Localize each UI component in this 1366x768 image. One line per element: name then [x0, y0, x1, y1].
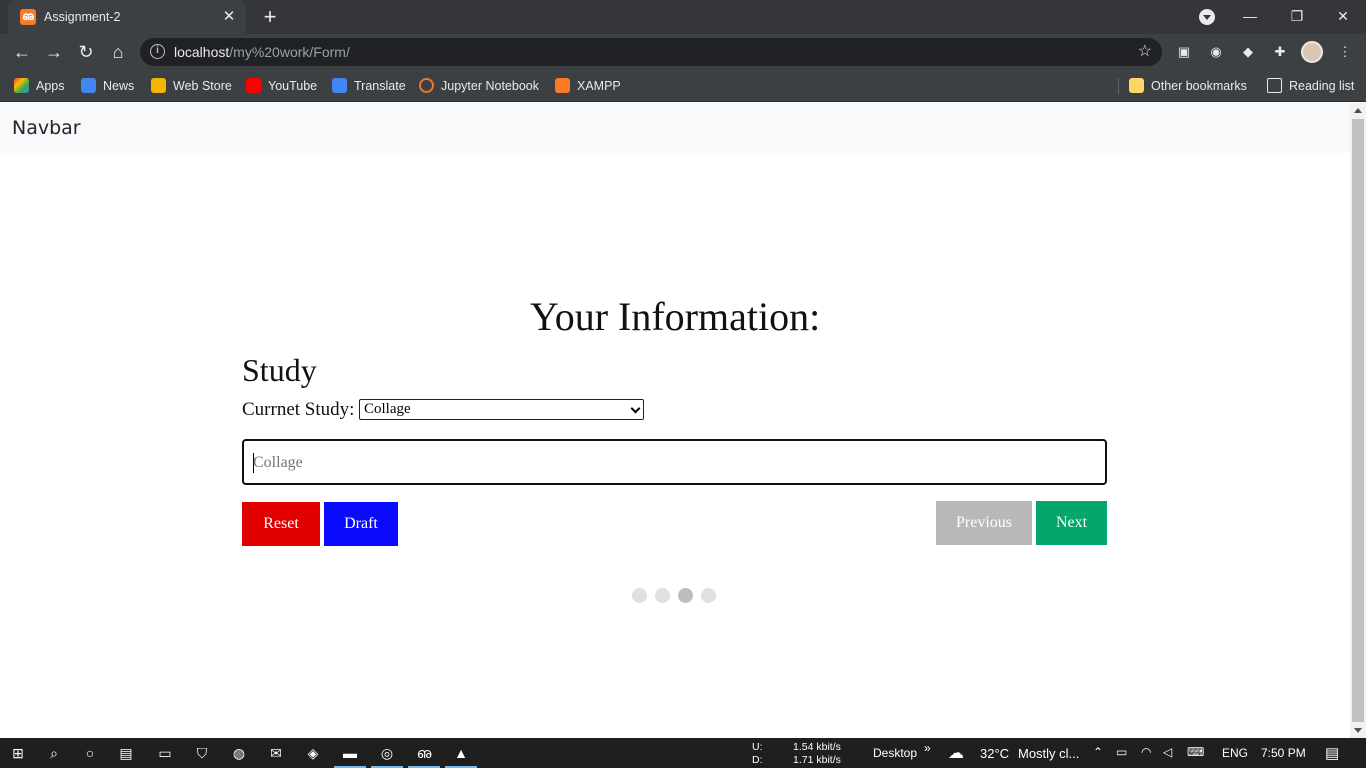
extension-icon[interactable]: ▣ — [1174, 42, 1194, 62]
task-view-icon[interactable]: ▤ — [116, 743, 136, 763]
puzzle-extensions-icon[interactable]: ✚ — [1270, 42, 1290, 62]
notifications-icon[interactable]: ▤ — [1325, 744, 1339, 762]
reset-button[interactable]: Reset — [242, 502, 320, 546]
youtube-icon — [246, 78, 261, 93]
new-tab-button[interactable]: + — [258, 6, 282, 28]
url-text[interactable]: localhost/my%20work/Form/ — [174, 44, 350, 60]
apps-grid-icon — [14, 78, 29, 93]
tab-search-icon[interactable] — [1199, 9, 1215, 25]
mail-icon[interactable]: ✉ — [266, 743, 286, 763]
weather-icon[interactable]: ☁ — [948, 743, 964, 763]
navbar-brand[interactable]: Navbar — [12, 117, 81, 139]
bookmark-translate[interactable]: Translate — [332, 77, 406, 95]
previous-button[interactable]: Previous — [936, 501, 1032, 545]
bookmark-xampp[interactable]: XAMPP — [555, 77, 621, 95]
cortana-icon[interactable]: ○ — [80, 743, 100, 763]
net-down-speed: 1.71 kbit/s — [793, 754, 841, 766]
app-icon[interactable]: ◈ — [303, 743, 323, 763]
page-scrollbar[interactable] — [1350, 103, 1366, 738]
language-indicator[interactable]: ENG — [1222, 746, 1248, 760]
app-icon[interactable]: ◍ — [229, 743, 249, 763]
bookmarks-bar: Apps News Web Store YouTube Translate Ju… — [0, 70, 1366, 102]
bookmark-jupyter[interactable]: Jupyter Notebook — [419, 77, 539, 95]
step-dot — [632, 588, 647, 603]
chevron-down-icon — [630, 403, 641, 414]
xampp-icon[interactable]: ഌ — [408, 743, 440, 768]
address-bar[interactable]: i localhost/my%20work/Form/ ☆ — [140, 38, 1162, 66]
clock[interactable]: 7:50 PM — [1261, 746, 1306, 760]
bookmark-news[interactable]: News — [81, 77, 134, 95]
desktop-toolbar[interactable]: Desktop — [873, 746, 917, 760]
net-down-label: D: — [752, 754, 763, 766]
current-study-select[interactable]: Collage — [359, 399, 644, 420]
translate-icon — [332, 78, 347, 93]
bookmark-apps[interactable]: Apps — [14, 77, 65, 95]
xampp-favicon-icon: ഌ — [20, 9, 36, 25]
chevron-right-icon[interactable]: » — [924, 741, 931, 755]
windows-taskbar: ⊞ ⌕ ○ ▤ ▭ ⛉ ◍ ✉ ◈ ▬ ◎ ഌ ▲ U: D: 1.54 kbi… — [0, 738, 1366, 768]
search-icon[interactable]: ⌕ — [44, 743, 64, 763]
profile-avatar[interactable] — [1301, 41, 1323, 63]
select-value: Collage — [364, 401, 411, 417]
volume-icon[interactable]: ◁ — [1163, 745, 1172, 759]
reload-icon[interactable]: ↻ — [74, 41, 98, 63]
net-up-speed: 1.54 kbit/s — [793, 741, 841, 753]
jupyter-icon — [419, 78, 434, 93]
windows-start-icon[interactable]: ⊞ — [8, 743, 28, 763]
page-title: Your Information: — [529, 294, 821, 339]
chevron-up-icon[interactable]: ⌃ — [1093, 745, 1103, 759]
extension-icon[interactable]: ◆ — [1238, 42, 1258, 62]
tab-title: Assignment-2 — [44, 10, 121, 24]
scroll-down-icon[interactable] — [1354, 728, 1362, 733]
net-up-label: U: — [752, 741, 763, 753]
weather-text[interactable]: Mostly cl... — [1018, 746, 1079, 761]
step-dot — [701, 588, 716, 603]
bookmark-web-store[interactable]: Web Store — [151, 77, 232, 95]
browser-toolbar: ← → ↻ ⌂ i localhost/my%20work/Form/ ☆ ▣ … — [0, 34, 1366, 70]
file-explorer-icon[interactable]: ▬ — [334, 743, 366, 768]
forward-arrow-icon[interactable]: → — [42, 41, 66, 63]
next-button[interactable]: Next — [1036, 501, 1107, 545]
current-study-label: Currnet Study: — [242, 399, 355, 420]
store-icon[interactable]: ⛉ — [192, 743, 212, 763]
site-info-icon[interactable]: i — [150, 44, 165, 59]
battery-icon[interactable]: ▭ — [1116, 745, 1127, 759]
tab-close-icon[interactable]: ✕ — [220, 8, 238, 26]
input-placeholder: Collage — [253, 454, 303, 471]
keyboard-icon[interactable]: ⌨ — [1187, 745, 1204, 759]
app-icon[interactable]: ▭ — [155, 743, 175, 763]
extension-icon[interactable]: ◉ — [1206, 42, 1226, 62]
news-icon — [81, 78, 96, 93]
minimize-button[interactable]: — — [1236, 4, 1264, 28]
wifi-icon[interactable]: ◠ — [1141, 745, 1151, 759]
scrollbar-thumb[interactable] — [1352, 119, 1364, 722]
study-text-input[interactable]: Collage — [242, 439, 1107, 485]
web-store-icon — [151, 78, 166, 93]
vlc-icon[interactable]: ▲ — [445, 743, 477, 768]
bookmark-star-icon[interactable]: ☆ — [1138, 41, 1152, 61]
restore-button[interactable]: ❐ — [1283, 4, 1311, 28]
home-icon[interactable]: ⌂ — [106, 41, 130, 63]
back-arrow-icon[interactable]: ← — [10, 41, 34, 63]
bookmark-youtube[interactable]: YouTube — [246, 77, 317, 95]
other-bookmarks[interactable]: Other bookmarks — [1129, 77, 1247, 95]
xampp-icon — [555, 78, 570, 93]
chrome-icon[interactable]: ◎ — [371, 743, 403, 768]
navbar: Navbar — [0, 103, 1350, 153]
section-title: Study — [242, 352, 317, 388]
step-dot — [655, 588, 670, 603]
web-page: Navbar Your Information: Study Currnet S… — [0, 103, 1350, 738]
weather-temp[interactable]: 32°C — [980, 746, 1009, 761]
reading-list[interactable]: Reading list — [1267, 77, 1354, 95]
draft-button[interactable]: Draft — [324, 502, 398, 546]
browser-tab[interactable]: ഌ Assignment-2 ✕ — [8, 0, 246, 34]
browser-tab-strip: ഌ Assignment-2 ✕ + — ❐ ✕ — [0, 0, 1366, 34]
step-dot-active — [678, 588, 693, 603]
bookmarks-divider — [1118, 78, 1119, 94]
scroll-up-icon[interactable] — [1354, 108, 1362, 113]
menu-kebab-icon[interactable]: ⋮ — [1335, 42, 1355, 62]
reading-list-icon — [1267, 78, 1282, 93]
folder-icon — [1129, 78, 1144, 93]
close-window-button[interactable]: ✕ — [1329, 4, 1357, 28]
